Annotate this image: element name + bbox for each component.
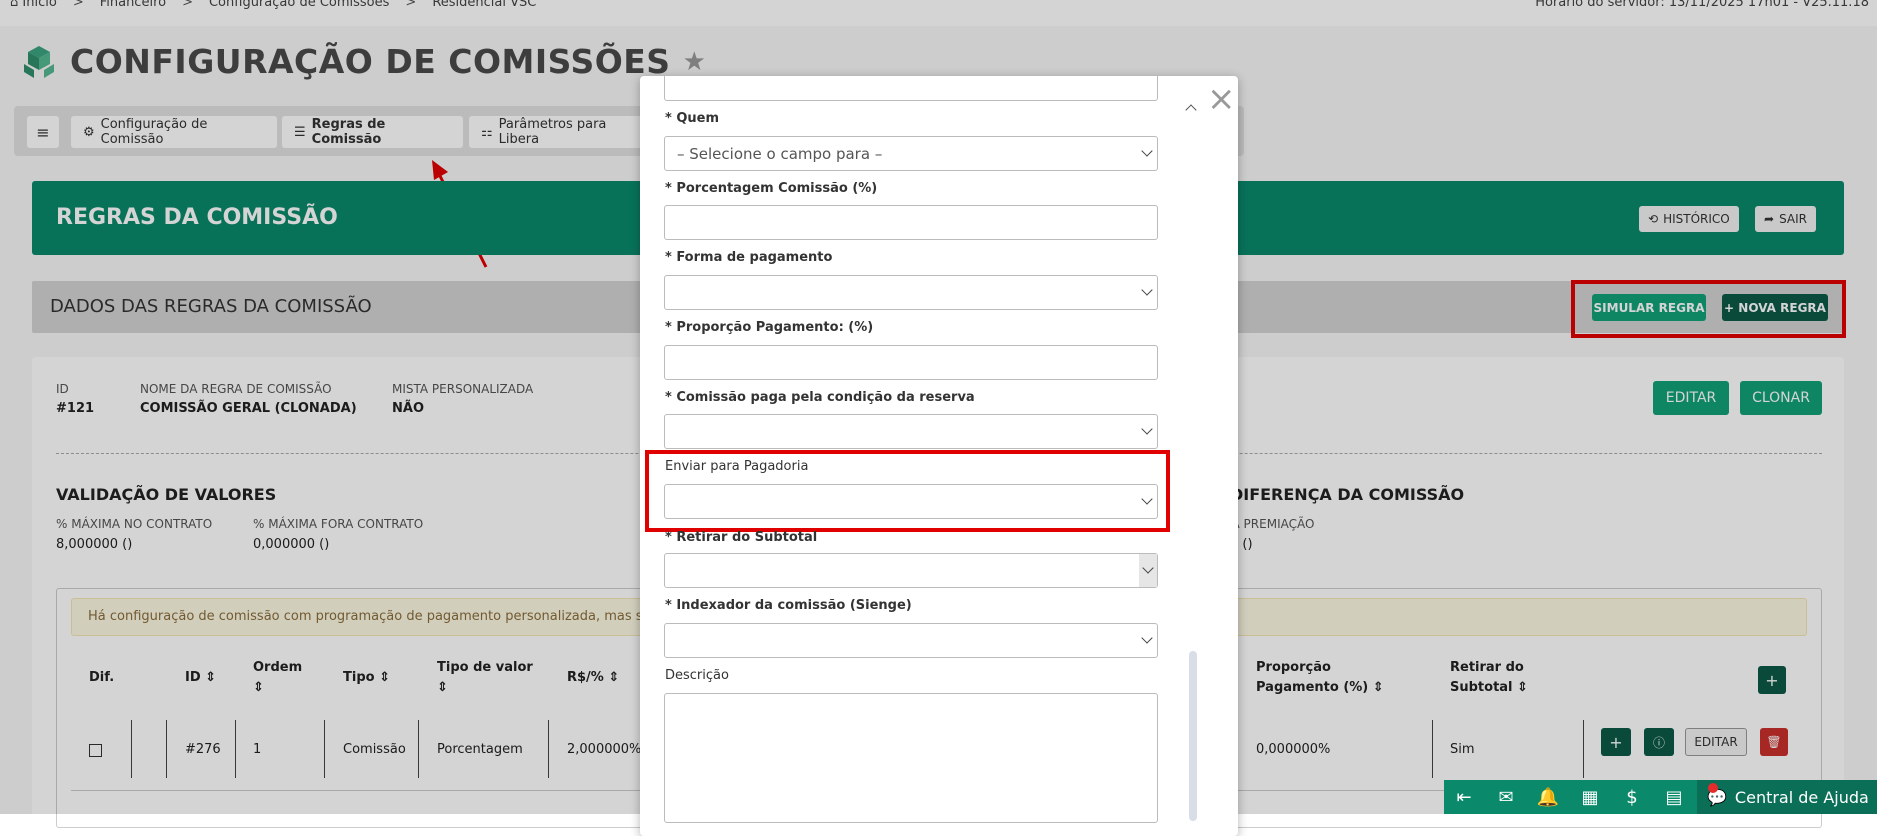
label-indexador: * Indexador da comissão (Sienge) bbox=[665, 598, 912, 613]
chevron-down-icon bbox=[1141, 423, 1153, 435]
label-condicao-reserva: * Comissão paga pela condição da reserva bbox=[665, 390, 975, 405]
dollar-icon[interactable]: $ bbox=[1619, 784, 1645, 810]
input-proporcao[interactable] bbox=[664, 345, 1158, 380]
select-retirar-subtotal[interactable] bbox=[664, 553, 1158, 588]
select-quem[interactable]: – Selecione o campo para – bbox=[664, 136, 1158, 171]
bell-icon[interactable]: 🔔 bbox=[1535, 784, 1561, 810]
input-porcentagem[interactable] bbox=[664, 205, 1158, 240]
modal-scrollbar[interactable] bbox=[1189, 651, 1197, 821]
select-condicao-reserva[interactable] bbox=[664, 414, 1158, 449]
label-quem: * Quem bbox=[665, 111, 719, 126]
help-center-label: Central de Ajuda bbox=[1734, 787, 1869, 807]
textarea-descricao[interactable] bbox=[664, 693, 1158, 823]
close-icon[interactable]: × bbox=[1207, 82, 1236, 116]
select-indexador[interactable] bbox=[664, 623, 1158, 658]
label-porcentagem: * Porcentagem Comissão (%) bbox=[665, 181, 878, 196]
calendar-icon[interactable]: ▦ bbox=[1577, 784, 1603, 810]
help-center-button[interactable]: 💬 Central de Ajuda bbox=[1697, 780, 1877, 814]
label-proporcao: * Proporção Pagamento: (%) bbox=[665, 320, 874, 335]
highlight-box-pagadoria bbox=[645, 450, 1170, 532]
notification-dot bbox=[1708, 783, 1718, 793]
collapse-icon[interactable]: ⇤ bbox=[1451, 784, 1477, 810]
label-forma-pagamento: * Forma de pagamento bbox=[665, 250, 833, 265]
mail-star-icon[interactable]: ✉ bbox=[1493, 784, 1519, 810]
chevron-down-icon bbox=[1141, 145, 1153, 157]
calculator-icon[interactable]: ▤ bbox=[1661, 784, 1687, 810]
previous-field-partial[interactable] bbox=[664, 76, 1158, 101]
label-descricao: Descrição bbox=[665, 668, 729, 683]
select-quem-value: – Selecione o campo para – bbox=[677, 145, 883, 163]
page: ⌂ Início > Financeiro > Configuração de … bbox=[0, 0, 1877, 836]
select-forma-pagamento[interactable] bbox=[664, 275, 1158, 310]
chevron-down-icon bbox=[1141, 284, 1153, 296]
chevron-down-icon bbox=[1141, 632, 1153, 644]
label-retirar-subtotal: * Retirar do Subtotal bbox=[665, 530, 818, 545]
